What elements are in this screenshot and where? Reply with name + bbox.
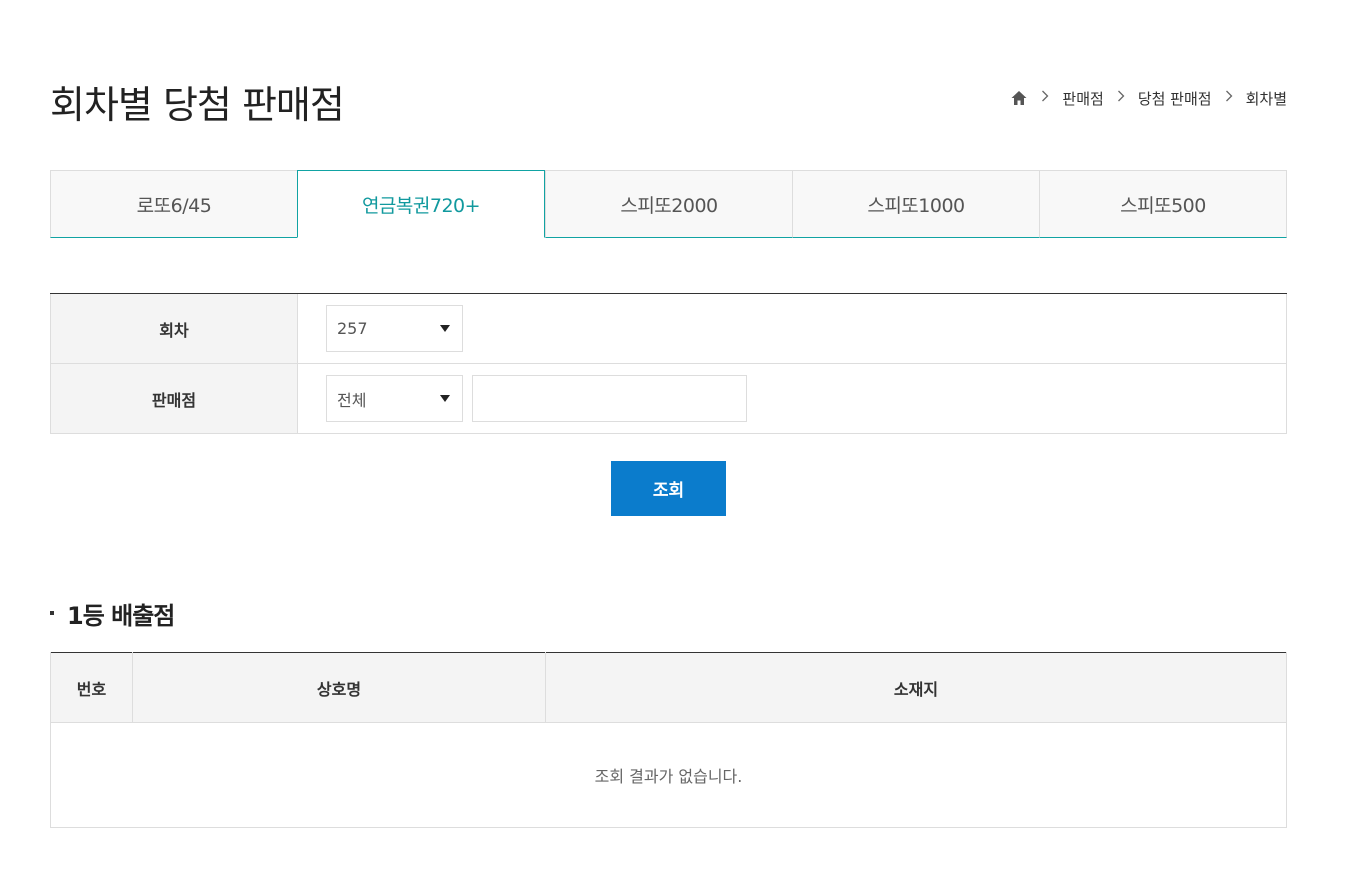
store-label: 판매점 [50,364,297,433]
search-row-round: 회차 257 [50,294,1287,364]
store-filter-value: 전체 [337,390,367,410]
chevron-right-icon [1041,90,1049,106]
results-table: 번호 상호명 소재지 조회 결과가 없습니다. [50,652,1287,828]
round-cell: 257 [297,294,1286,363]
breadcrumb-item-winning-store[interactable]: 당첨 판매점 [1138,88,1212,109]
section-title-text: 1등 배출점 [67,601,175,630]
store-cell: 전체 [297,364,1286,433]
column-header-location: 소재지 [545,652,1287,723]
column-header-number: 번호 [50,652,133,723]
home-icon[interactable] [1010,89,1028,107]
bullet-icon [50,611,54,615]
caret-down-icon [440,325,450,332]
search-form: 회차 257 판매점 전체 [50,293,1287,434]
tab-speetto2000[interactable]: 스피또2000 [545,170,792,238]
search-row-store: 판매점 전체 [50,364,1287,434]
search-button[interactable]: 조회 [611,461,726,516]
page-title: 회차별 당첨 판매점 [50,83,345,127]
round-select[interactable]: 257 [326,305,463,352]
round-select-value: 257 [337,319,368,338]
table-row: 조회 결과가 없습니다. [50,722,1287,828]
round-label: 회차 [50,294,297,363]
game-tabs: 로또6/45 연금복권720+ 스피또2000 스피또1000 스피또500 [50,170,1287,238]
column-header-store-name: 상호명 [132,652,546,723]
table-header-row: 번호 상호명 소재지 [50,652,1287,723]
breadcrumb-item-by-round[interactable]: 회차별 [1246,88,1287,109]
empty-message: 조회 결과가 없습니다. [50,722,1287,828]
section-title: 1등 배출점 [50,596,175,630]
caret-down-icon [440,395,450,402]
store-keyword-input[interactable] [472,375,747,422]
tab-lotto645[interactable]: 로또6/45 [50,170,297,238]
chevron-right-icon [1117,90,1125,106]
breadcrumb-item-store[interactable]: 판매점 [1062,88,1103,109]
breadcrumb: 판매점 당첨 판매점 회차별 [1010,86,1287,110]
tab-speetto500[interactable]: 스피또500 [1039,170,1287,238]
chevron-right-icon [1225,90,1233,106]
tab-pension720[interactable]: 연금복권720+ [297,170,545,238]
tab-speetto1000[interactable]: 스피또1000 [792,170,1039,238]
store-filter-select[interactable]: 전체 [326,375,463,422]
